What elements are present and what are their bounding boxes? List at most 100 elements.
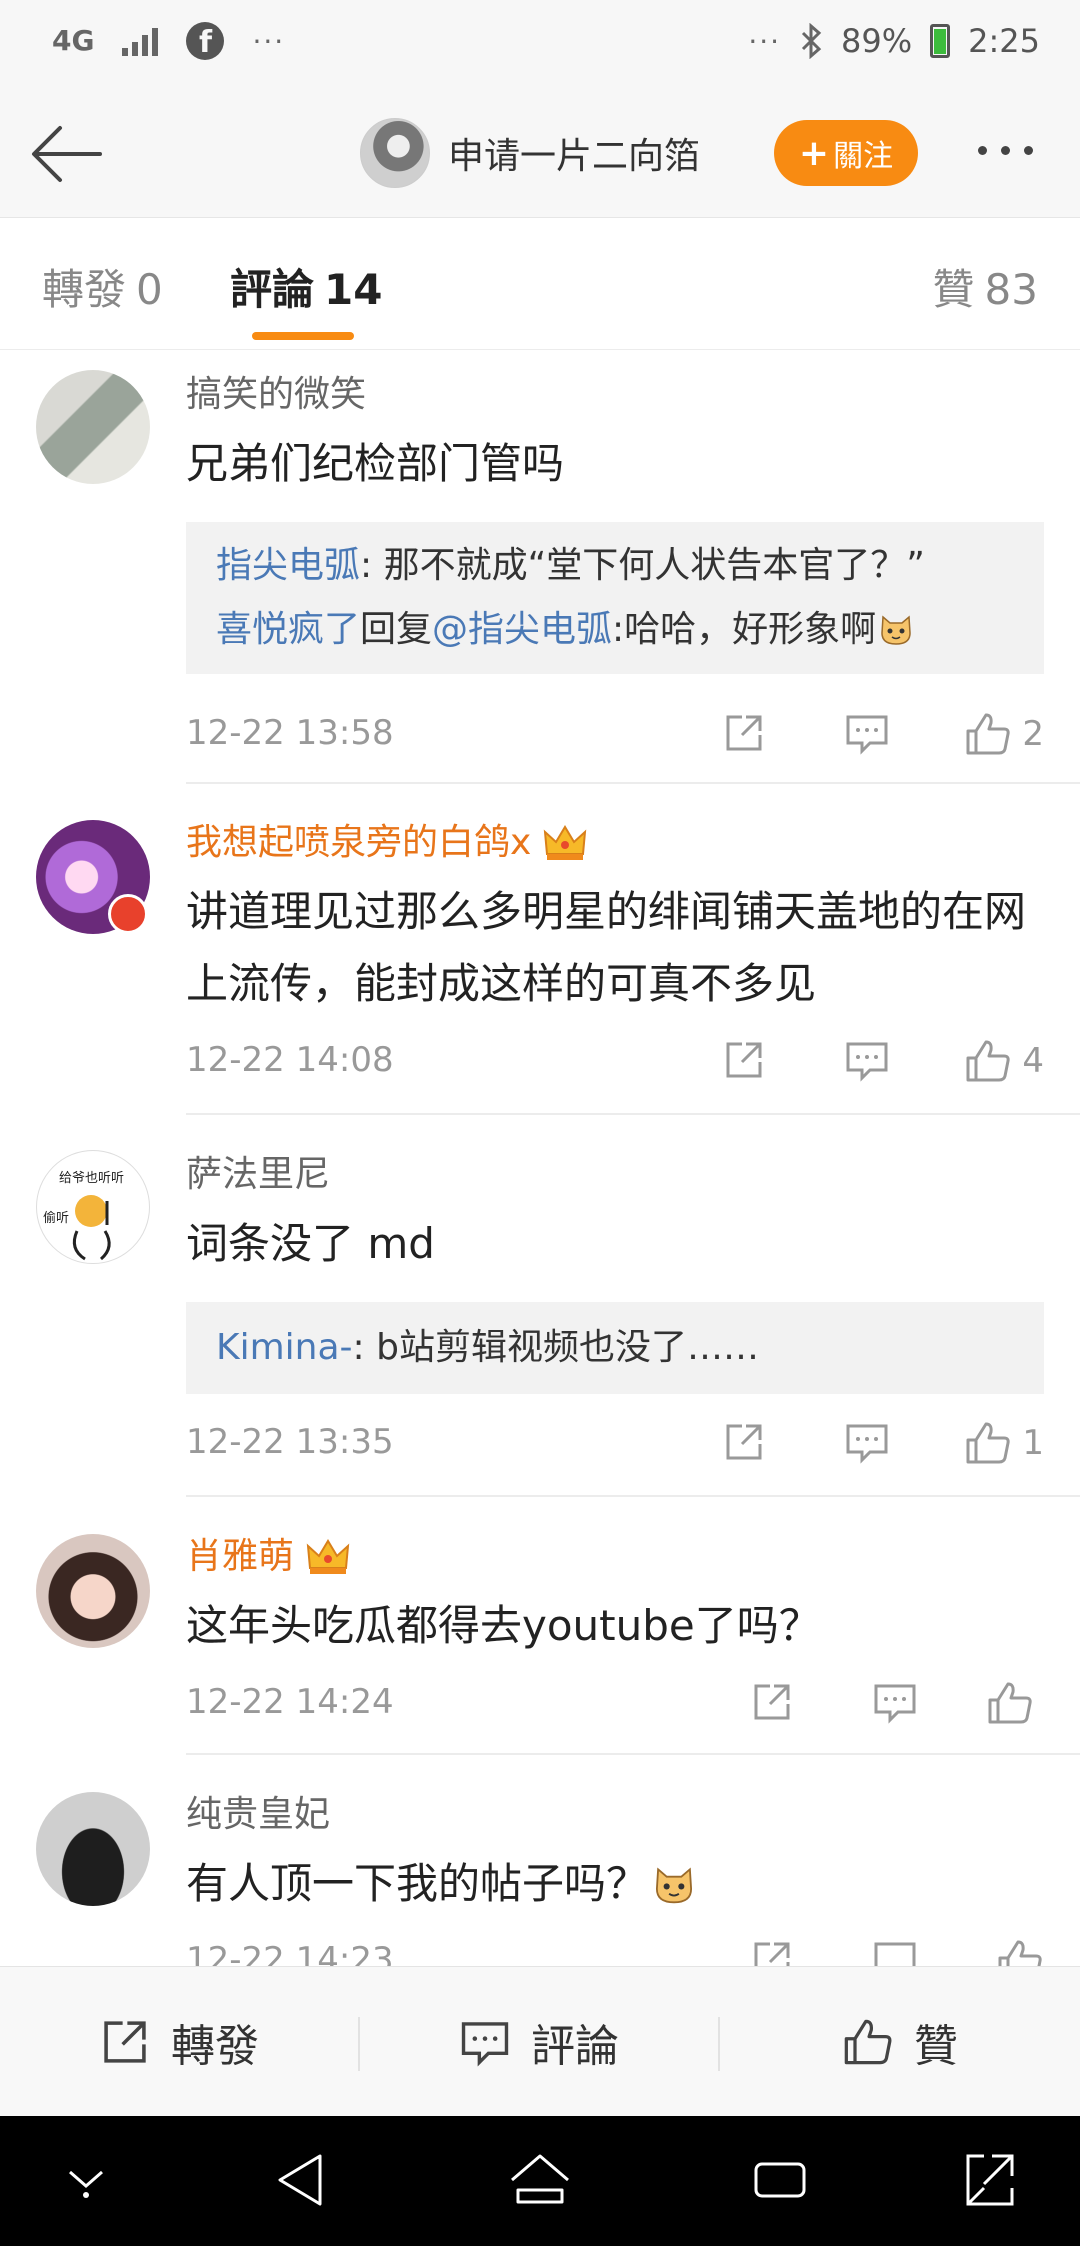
like-button[interactable] bbox=[996, 1938, 1044, 1966]
tab-comments[interactable]: 評論 14 bbox=[230, 256, 382, 317]
comment-username[interactable]: 我想起喷泉旁的白鸽x bbox=[186, 818, 531, 868]
reply-username[interactable]: 喜悦疯了 bbox=[216, 609, 360, 650]
follow-button[interactable]: + 關注 bbox=[774, 120, 918, 186]
tab-likes[interactable]: 贊 83 bbox=[933, 256, 1038, 317]
reply-username[interactable]: 指尖电弧 bbox=[216, 545, 360, 586]
plus-icon: + bbox=[798, 132, 830, 174]
bluetooth-icon bbox=[801, 23, 822, 59]
like-count: 1 bbox=[1022, 1423, 1044, 1463]
reply-preview[interactable]: Kimina-: b站剪辑视频也没了…… bbox=[186, 1302, 1044, 1394]
share-icon bbox=[726, 1424, 762, 1460]
reply-text: : 那不就成“堂下何人状告本官了？” bbox=[360, 545, 925, 586]
comment-label: 評論 bbox=[531, 2021, 619, 2072]
more-options-icon[interactable] bbox=[978, 146, 1033, 155]
verified-badge-icon bbox=[108, 894, 148, 934]
avatar[interactable]: 给爷也听听 偷听 bbox=[36, 1150, 150, 1264]
share-icon bbox=[726, 1042, 762, 1078]
comment-icon bbox=[846, 715, 888, 755]
hide-keyboard-icon[interactable] bbox=[62, 2164, 110, 2200]
share-button[interactable] bbox=[722, 1038, 766, 1082]
reply-button[interactable] bbox=[844, 1420, 890, 1464]
reply-line: 指尖电弧: 那不就成“堂下何人状告本官了？” bbox=[216, 534, 1014, 598]
comment-time: 12-22 13:58 bbox=[186, 713, 394, 753]
like-button[interactable]: 4 bbox=[964, 1038, 1044, 1084]
like-count: 4 bbox=[1022, 1041, 1044, 1081]
comment-username[interactable]: 搞笑的微笑 bbox=[186, 370, 1044, 420]
author-name[interactable]: 申请一片二向箔 bbox=[448, 127, 700, 179]
home-icon[interactable] bbox=[508, 2150, 572, 2210]
comment-icon bbox=[874, 1942, 916, 1966]
network-type: 4G bbox=[52, 24, 95, 57]
tab-reposts-label: 轉發 bbox=[42, 265, 127, 314]
reply-username[interactable]: Kimina- bbox=[216, 1327, 353, 1368]
share-button[interactable] bbox=[722, 711, 766, 755]
reply-line: 喜悦疯了回复@指尖电弧:哈哈，好形象啊 bbox=[216, 598, 1014, 662]
expand-icon[interactable] bbox=[962, 2150, 1018, 2210]
comment-text: 有人顶一下我的帖子吗？ bbox=[186, 1859, 649, 1908]
reply-text: : b站剪辑视频也没了…… bbox=[352, 1327, 759, 1368]
tab-reposts[interactable]: 轉發 0 bbox=[42, 256, 163, 317]
avatar-caption: 给爷也听听 bbox=[59, 1171, 125, 1186]
comment-meta: 12-22 13:58 2 bbox=[186, 707, 1044, 767]
share-icon bbox=[726, 715, 762, 751]
comment-meta: 12-22 14:24 bbox=[186, 1676, 1044, 1736]
share-icon bbox=[104, 2021, 146, 2063]
status-bar: 4G f ··· ··· 89% 2:25 bbox=[0, 0, 1080, 90]
thumbs-up-icon bbox=[988, 1682, 1032, 1724]
comment-username[interactable]: 纯贵皇妃 bbox=[186, 1790, 1044, 1840]
comment-clip: 纯贵皇妃 有人顶一下我的帖子吗？ 12-22 14:23 bbox=[0, 1754, 1080, 1966]
cat-emoji-icon bbox=[881, 615, 911, 645]
repost-button[interactable]: 轉發 bbox=[0, 1967, 358, 2117]
comment-button[interactable]: 評論 bbox=[360, 1967, 718, 2117]
active-tab-indicator bbox=[252, 332, 354, 340]
share-button[interactable] bbox=[750, 1938, 794, 1966]
vip-crown-icon bbox=[544, 825, 587, 860]
tab-likes-label: 贊 bbox=[932, 265, 975, 314]
tab-reposts-count: 0 bbox=[136, 265, 163, 314]
share-button[interactable] bbox=[722, 1420, 766, 1464]
like-post-button[interactable]: 贊 bbox=[720, 1967, 1080, 2117]
avatar[interactable] bbox=[36, 1792, 150, 1906]
clock: 2:25 bbox=[968, 22, 1040, 60]
recent-apps-icon[interactable] bbox=[750, 2150, 810, 2210]
comment-text: 讲道理见过那么多明星的绯闻铺天盖地的在网上流传，能封成这样的可真不多见 bbox=[186, 887, 1027, 1008]
comment-username-row: 我想起喷泉旁的白鸽x bbox=[186, 818, 1044, 868]
reply-button[interactable] bbox=[844, 711, 890, 755]
comment-username[interactable]: 萨法里尼 bbox=[186, 1150, 1044, 1200]
author-avatar[interactable] bbox=[360, 118, 430, 188]
avatar-caption: 偷听 bbox=[43, 1211, 70, 1226]
repost-label: 轉發 bbox=[171, 2021, 259, 2072]
avatar[interactable] bbox=[36, 1534, 150, 1648]
comment-time: 12-22 14:08 bbox=[186, 1040, 394, 1080]
vip-crown-icon bbox=[306, 1539, 350, 1574]
comment-meta: 12-22 14:23 bbox=[186, 1934, 1044, 1966]
comment-icon bbox=[461, 2022, 509, 2067]
reply-text: :哈哈，好形象啊 bbox=[612, 609, 877, 650]
avatar[interactable] bbox=[36, 370, 150, 484]
comment-time: 12-22 14:23 bbox=[186, 1940, 394, 1966]
signal-icon bbox=[122, 26, 159, 56]
reply-preview[interactable]: 指尖电弧: 那不就成“堂下何人状告本官了？” 喜悦疯了回复@指尖电弧:哈哈，好形… bbox=[186, 522, 1044, 674]
comment-time: 12-22 14:24 bbox=[186, 1682, 394, 1722]
comment-icon bbox=[846, 1042, 888, 1082]
like-button[interactable]: 1 bbox=[964, 1420, 1044, 1466]
reply-button[interactable] bbox=[872, 1680, 918, 1724]
divider bbox=[186, 1113, 1080, 1115]
cat-emoji-icon bbox=[655, 1867, 693, 1904]
reply-mention[interactable]: @指尖电弧 bbox=[432, 609, 612, 650]
listening-figure-icon bbox=[72, 1195, 111, 1261]
like-button[interactable]: 2 bbox=[964, 711, 1044, 757]
facebook-icon: f bbox=[186, 22, 225, 60]
like-button[interactable] bbox=[986, 1680, 1044, 1726]
thumbs-up-icon bbox=[844, 2019, 892, 2065]
reply-button[interactable] bbox=[872, 1938, 918, 1966]
follow-label: 關注 bbox=[833, 139, 894, 174]
comment-username[interactable]: 肖雅萌 bbox=[186, 1532, 294, 1582]
post-author[interactable]: 申请一片二向箔 bbox=[360, 118, 700, 188]
reply-text: 回复 bbox=[360, 609, 433, 650]
back-arrow-icon[interactable] bbox=[28, 120, 104, 188]
thumbs-up-icon bbox=[966, 1040, 1011, 1082]
back-icon[interactable] bbox=[272, 2150, 328, 2210]
share-button[interactable] bbox=[750, 1680, 794, 1724]
reply-button[interactable] bbox=[844, 1038, 890, 1082]
